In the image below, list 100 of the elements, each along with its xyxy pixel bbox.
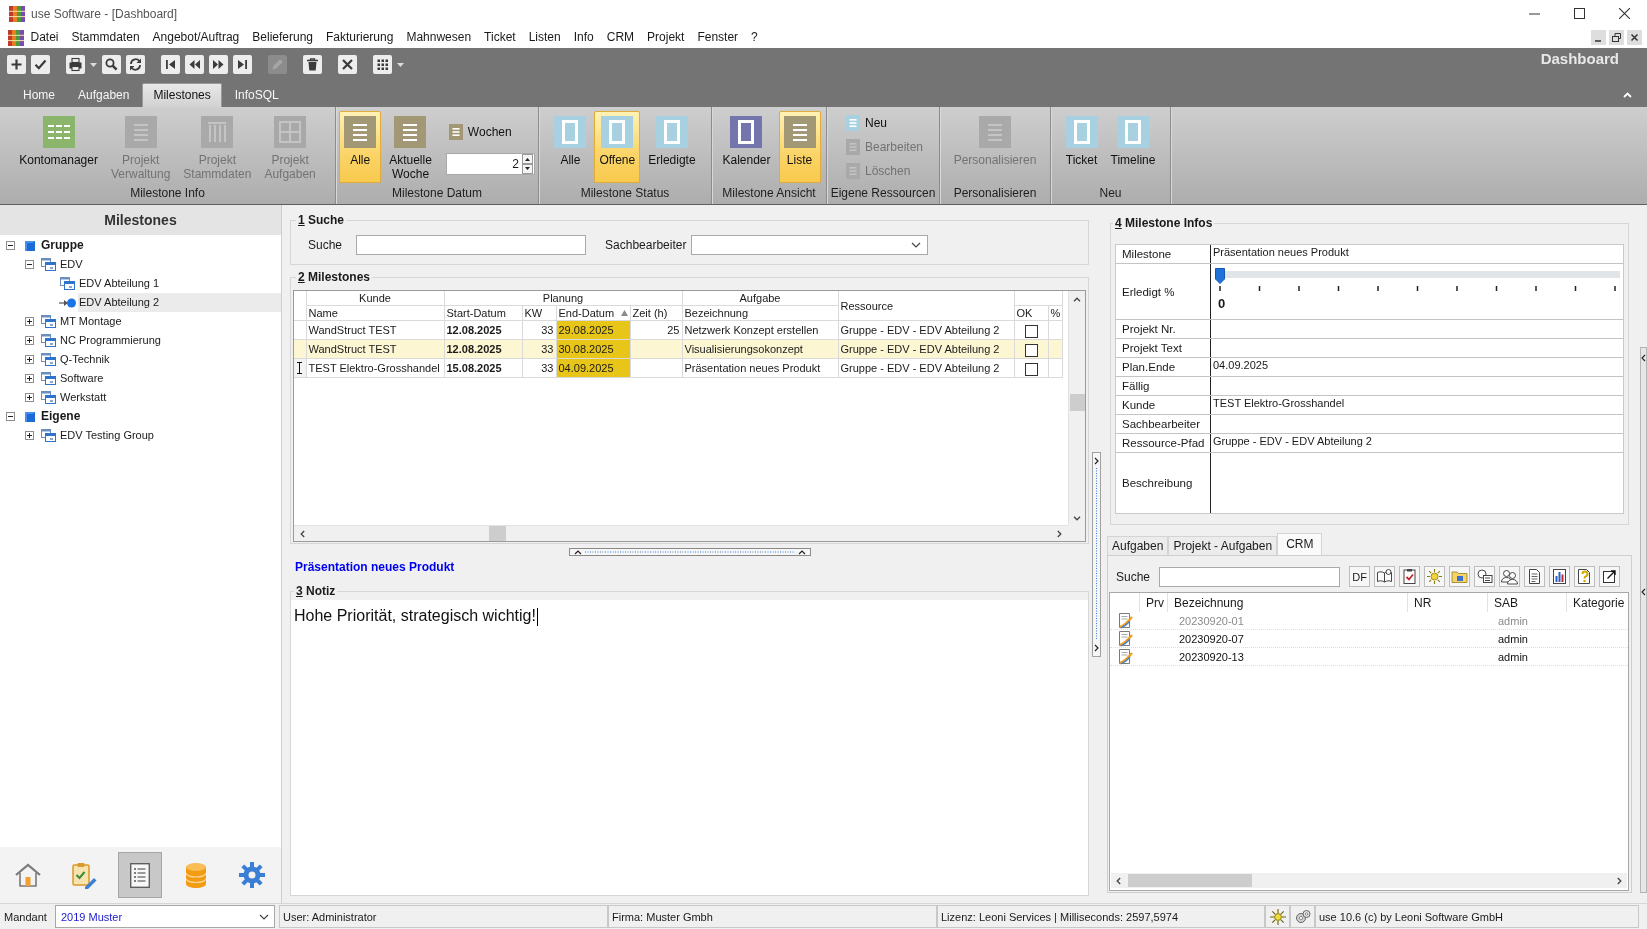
scroll-up-icon[interactable] (1073, 297, 1081, 302)
ribbon-button[interactable]: Kontomanager (14, 111, 103, 183)
help-icon[interactable] (1574, 566, 1596, 587)
tree-item[interactable]: NC Programmierung (59, 331, 161, 350)
horizontal-scrollbar[interactable] (294, 525, 1068, 541)
menu-item[interactable]: Fakturierung (319, 28, 400, 47)
plus-icon[interactable] (7, 55, 26, 74)
scroll-right-icon[interactable] (1617, 876, 1622, 885)
tab[interactable]: Projekt - Aufgaben (1168, 536, 1278, 555)
checkbox[interactable] (1024, 343, 1038, 357)
expand-icon[interactable] (24, 374, 34, 383)
filter-button[interactable]: DF (1349, 566, 1371, 587)
trash-icon[interactable] (303, 55, 322, 74)
document-icon[interactable] (1524, 566, 1546, 587)
menu-item[interactable]: Ticket (477, 28, 523, 47)
collapse-icon[interactable] (24, 260, 34, 269)
menu-item[interactable]: Mahnwesen (399, 28, 478, 47)
printer-icon[interactable] (66, 55, 85, 74)
column-header[interactable]: Kategorie (1567, 593, 1628, 612)
tree-item[interactable]: EDV Abteilung 2 (78, 293, 281, 312)
ribbon-tab[interactable]: InfoSQL (224, 84, 289, 107)
gears-icon[interactable] (1294, 908, 1311, 925)
collapse-ribbon-icon[interactable] (1623, 91, 1632, 98)
address-card-icon[interactable] (1474, 566, 1496, 587)
column-header[interactable]: OK (1014, 305, 1048, 321)
cross-icon[interactable] (338, 55, 357, 74)
checkbox[interactable] (1024, 324, 1038, 338)
checkbox[interactable] (1024, 362, 1038, 376)
ribbon-tab[interactable]: Milestones (142, 83, 222, 107)
previous-icon[interactable] (185, 55, 204, 74)
last-record-icon[interactable] (233, 55, 252, 74)
ribbon-button[interactable]: Neu (843, 112, 890, 134)
ribbon-tab[interactable]: Aufgaben (68, 84, 140, 107)
scrollbar-thumb[interactable] (489, 526, 506, 541)
book-icon[interactable] (1374, 566, 1396, 587)
splitter-handle[interactable] (568, 548, 811, 556)
scroll-down-icon[interactable] (1073, 516, 1081, 521)
number-spin-field[interactable]: 2 (445, 153, 535, 175)
close-icon[interactable] (1627, 30, 1642, 45)
dropdown-field[interactable]: 2019 Muster (55, 905, 275, 928)
column-header[interactable]: % (1048, 305, 1062, 321)
dropdown-caret-icon[interactable] (397, 62, 404, 67)
sun-icon[interactable] (1424, 566, 1446, 587)
restore-icon[interactable] (1609, 30, 1624, 45)
menu-item[interactable]: Angebot/Auftrag (146, 28, 246, 47)
menu-item[interactable]: Projekt (640, 28, 691, 47)
list-nav-button[interactable] (118, 852, 162, 898)
scroll-right-icon[interactable] (1057, 529, 1062, 538)
column-header[interactable]: End-Datum (556, 305, 630, 321)
menu-item[interactable]: Fenster (690, 28, 745, 47)
tree-item[interactable]: Software (59, 369, 104, 388)
refresh-icon[interactable] (126, 55, 145, 74)
table-row[interactable]: WandStruct TEST 12.08.2025 33 29.08.2025 25 Netzwerk Konzept erstellen Gruppe - EDV - EDV Abteilung 2 (294, 320, 1062, 340)
menu-item[interactable]: Info (567, 28, 601, 47)
slider-track[interactable] (1215, 268, 1620, 284)
column-header[interactable]: Bezeichnung (1168, 593, 1408, 612)
column-header[interactable]: SAB (1488, 593, 1567, 612)
column-header[interactable]: Start-Datum (444, 305, 522, 321)
expand-icon[interactable] (24, 393, 34, 402)
scrollbar-thumb[interactable] (1128, 874, 1252, 887)
ribbon-button[interactable]: Kalender (717, 111, 776, 183)
ribbon-button[interactable]: Liste (778, 111, 821, 183)
tree-item[interactable]: MT Montage (59, 312, 122, 331)
column-header[interactable]: Zeit (h) (630, 305, 682, 321)
ribbon-button[interactable]: Wochen (445, 121, 515, 143)
tree-item[interactable]: EDV Abteilung 1 (78, 274, 160, 293)
expand-icon[interactable] (24, 431, 34, 440)
sun-icon[interactable] (1269, 908, 1286, 925)
column-header[interactable]: Name (306, 305, 444, 321)
column-header[interactable]: Ressource (838, 291, 1014, 321)
ribbon-tab[interactable]: Home (13, 84, 65, 107)
ribbon-button[interactable]: Erledigte (643, 111, 701, 183)
ribbon-button[interactable]: Aktuelle Woche (384, 111, 437, 183)
external-link-icon[interactable] (1599, 566, 1621, 587)
tree-item[interactable]: Q-Technik (59, 350, 110, 369)
column-header[interactable]: Prv (1140, 593, 1168, 612)
menu-item[interactable]: Stammdaten (65, 28, 147, 47)
menu-item[interactable]: Listen (522, 28, 568, 47)
scrollbar-thumb[interactable] (1069, 394, 1085, 411)
side-panel-handle[interactable] (1640, 347, 1647, 893)
tree-item[interactable]: EDV Testing Group (59, 426, 154, 445)
expand-icon[interactable] (24, 317, 34, 326)
ribbon-button[interactable]: Offene (594, 111, 641, 183)
horizontal-scrollbar[interactable] (1111, 873, 1627, 888)
minimize-icon[interactable] (1591, 30, 1606, 45)
collapse-icon[interactable] (5, 412, 15, 421)
column-header[interactable]: NR (1408, 593, 1488, 612)
tree-item[interactable]: Eigene (40, 407, 81, 426)
clipboard-check-icon[interactable] (1399, 566, 1421, 587)
scroll-left-icon[interactable] (1116, 876, 1121, 885)
collapse-handle[interactable] (1091, 452, 1101, 657)
dropdown-field[interactable] (691, 235, 929, 255)
folder-icon[interactable] (1449, 566, 1471, 587)
maximize-icon[interactable] (1574, 8, 1585, 19)
bar-chart-icon[interactable] (1549, 566, 1571, 587)
close-icon[interactable] (1619, 8, 1630, 19)
menu-item[interactable]: CRM (600, 28, 641, 47)
search-icon[interactable] (102, 55, 121, 74)
table-row[interactable]: WandStruct TEST 12.08.2025 33 30.08.2025 Visualisierungsokonzept Gruppe - EDV - EDV Abteilung 2 (294, 339, 1062, 359)
next-icon[interactable] (209, 55, 228, 74)
